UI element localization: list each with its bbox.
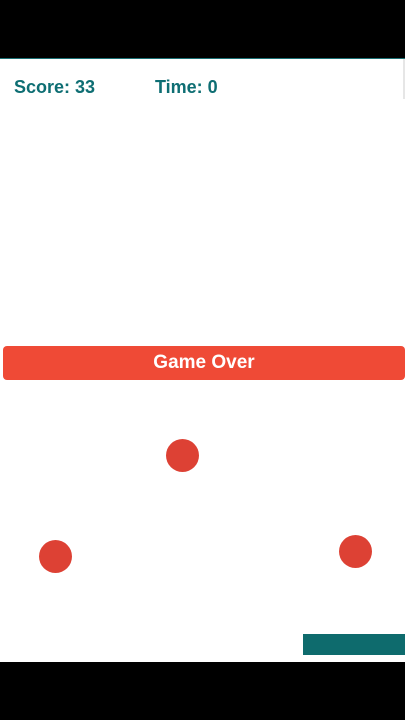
- game-canvas[interactable]: Score: 33 Time: 0 Game Over: [0, 58, 405, 662]
- bottom-letterbox: [0, 662, 405, 720]
- score-display: Score: 33: [14, 77, 96, 97]
- falling-ball: [166, 439, 199, 472]
- time-display: Time: 0: [155, 77, 218, 97]
- player-paddle[interactable]: [303, 634, 405, 655]
- game-over-banner: Game Over: [3, 346, 405, 380]
- falling-ball: [339, 535, 372, 568]
- top-letterbox: [0, 0, 405, 58]
- falling-ball: [39, 540, 72, 573]
